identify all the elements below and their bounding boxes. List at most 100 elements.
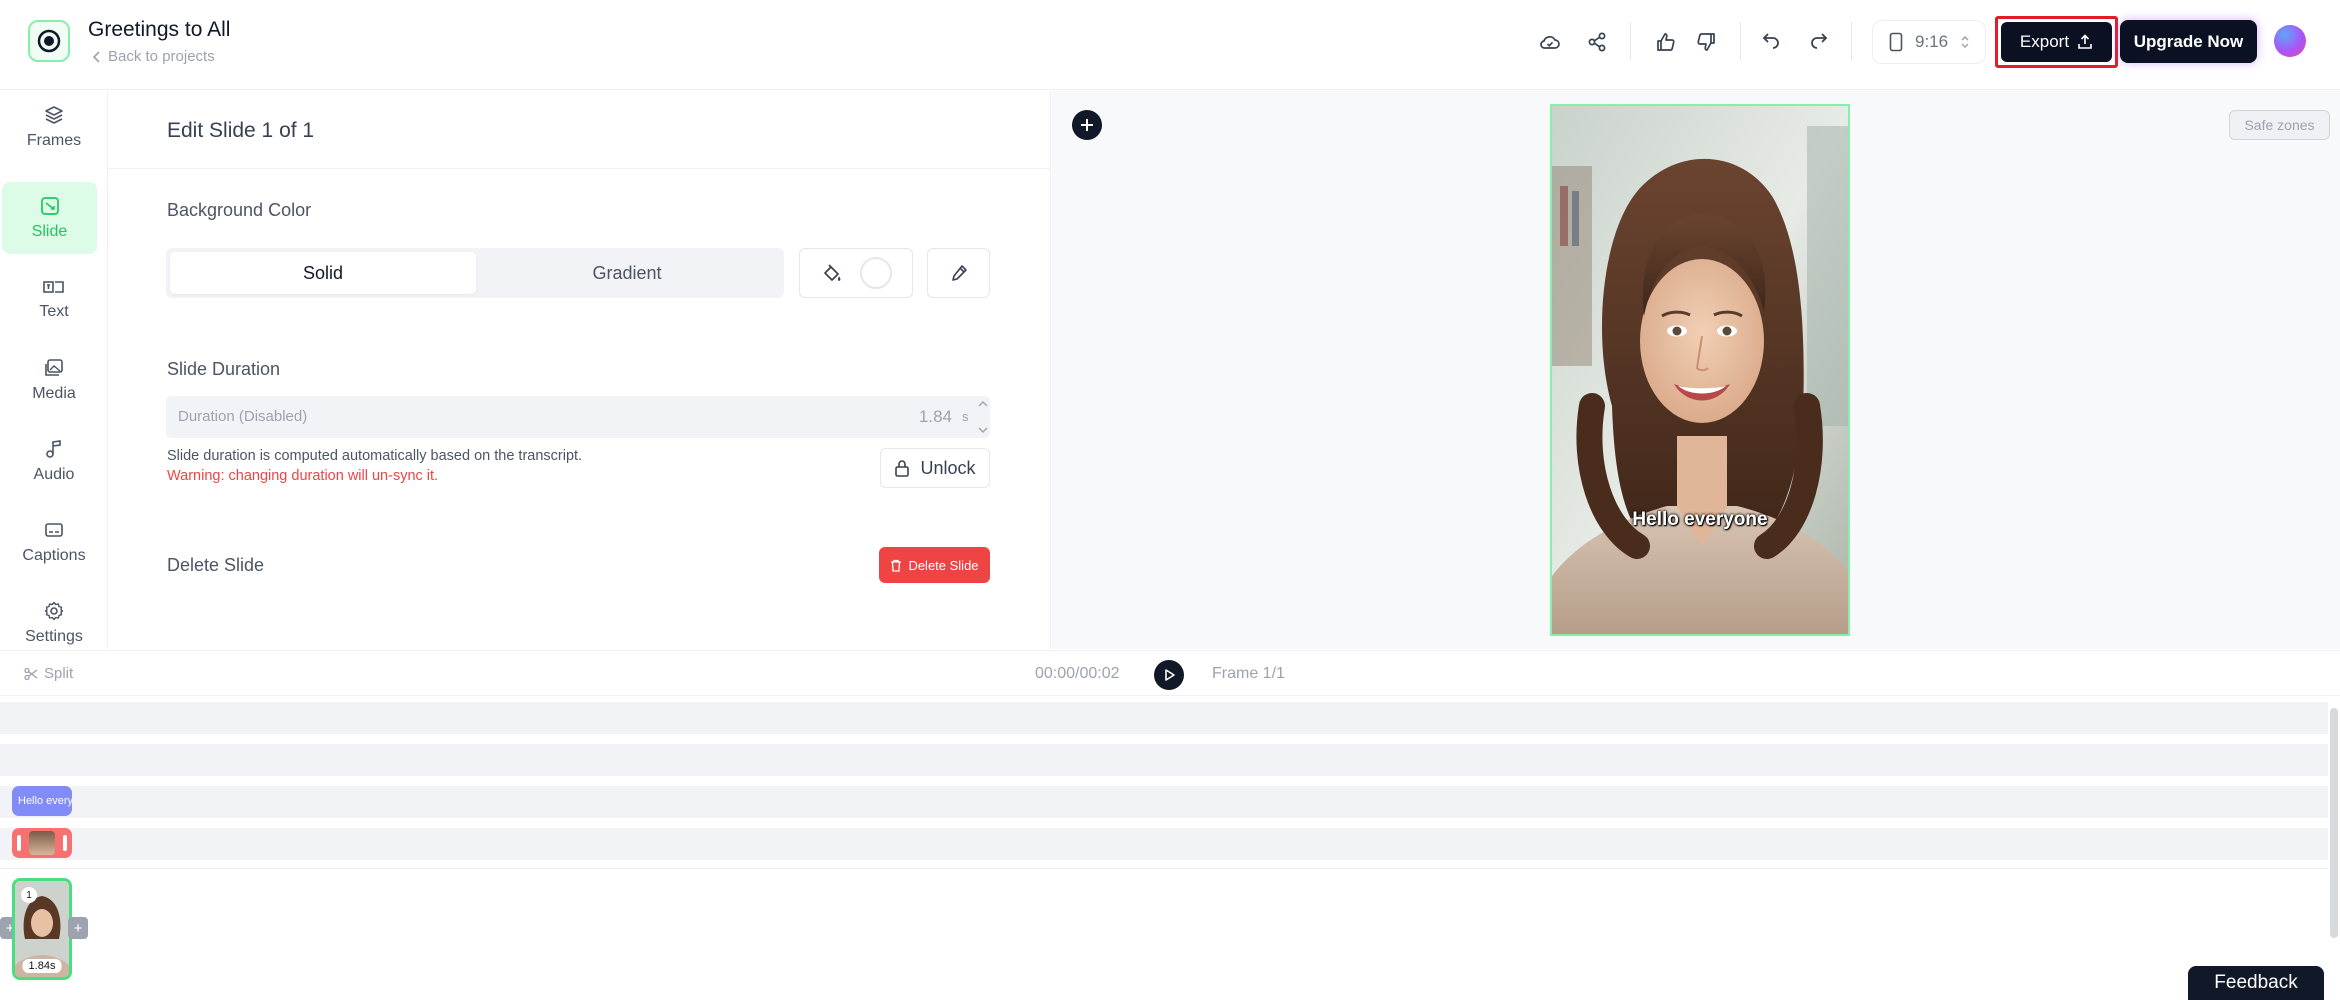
feedback-button[interactable]: Feedback: [2188, 966, 2324, 1000]
back-link-label: Back to projects: [108, 48, 215, 65]
plus-icon: [1081, 119, 1093, 131]
share-button[interactable]: [1582, 27, 1612, 57]
add-slide-after-button[interactable]: +: [68, 917, 88, 939]
duration-stepper[interactable]: [978, 400, 990, 434]
export-label: Export: [2019, 32, 2070, 51]
sidebar-item-audio[interactable]: Audio: [0, 425, 108, 497]
play-button[interactable]: [1154, 660, 1184, 690]
sidebar-item-label: Settings: [25, 628, 83, 645]
export-highlight: Export: [1995, 16, 2118, 68]
scissors-icon: [24, 667, 38, 680]
split-label: Split: [44, 665, 74, 682]
aspect-ratio-value: 9:16: [1915, 32, 1949, 51]
timeline-track[interactable]: [0, 786, 2328, 818]
eyedropper-icon: [951, 265, 967, 281]
clip-handle-left[interactable]: [17, 835, 21, 851]
sidebar-item-frames[interactable]: Frames: [0, 91, 108, 163]
chevron-updown-icon: [1961, 35, 1969, 49]
slide-duration-label: Slide Duration: [167, 359, 281, 379]
delete-slide-button[interactable]: Delete Slide: [879, 547, 990, 583]
thumbs-up-icon: [1657, 33, 1675, 51]
duration-value: 1.84: [918, 407, 952, 426]
thumbs-up-button[interactable]: [1651, 27, 1681, 57]
user-avatar[interactable]: [2274, 25, 2306, 57]
phone-icon: [1889, 32, 1903, 52]
portrait-photo: [1552, 106, 1848, 634]
music-icon: [46, 440, 61, 458]
media-icon: [45, 359, 63, 376]
sidebar-item-captions[interactable]: Captions: [0, 506, 108, 578]
duration-placeholder: Duration (Disabled): [178, 408, 308, 425]
header-divider: [1630, 22, 1631, 60]
sidebar-item-label: Captions: [22, 547, 86, 564]
slide-duration-badge: 1.84s: [22, 959, 62, 973]
timecode: 00:00/00:02: [1035, 665, 1120, 682]
back-to-projects-link[interactable]: Back to projects: [92, 48, 215, 65]
upgrade-now-button[interactable]: Upgrade Now: [2120, 20, 2257, 63]
edit-panel-header: Edit Slide 1 of 1: [109, 91, 1050, 169]
chevron-up-icon: [978, 401, 988, 407]
timeline-track[interactable]: [0, 744, 2328, 776]
solid-option[interactable]: Solid: [170, 252, 476, 294]
logo-icon: [37, 29, 61, 53]
chevron-down-icon: [978, 427, 988, 433]
add-element-button[interactable]: [1072, 110, 1102, 140]
preview-area: Safe zones Hello everyone: [1052, 91, 2340, 649]
header-divider: [1740, 22, 1741, 60]
app-logo[interactable]: [28, 20, 70, 62]
sidebar-item-slide[interactable]: Slide: [2, 182, 97, 254]
safe-zones-button[interactable]: Safe zones: [2229, 110, 2330, 140]
sidebar-item-label: Frames: [26, 132, 82, 149]
sidebar-item-media[interactable]: Media: [0, 344, 108, 416]
slide-canvas[interactable]: Hello everyone: [1550, 104, 1850, 636]
timeline-toolbar: Split 00:00/00:02 Frame 1/1: [0, 650, 2340, 696]
export-button[interactable]: Export: [2001, 22, 2112, 62]
sidebar-item-label: Slide: [31, 223, 68, 240]
sidebar-item-settings[interactable]: Settings: [0, 587, 108, 659]
background-color-picker[interactable]: [799, 248, 913, 298]
eyedropper-button[interactable]: [927, 248, 990, 298]
cloud-sync-button[interactable]: [1535, 27, 1565, 57]
clip-handle-right[interactable]: [63, 835, 67, 851]
frame-indicator: Frame 1/1: [1212, 665, 1285, 682]
color-swatch: [860, 257, 892, 289]
redo-button[interactable]: [1804, 27, 1834, 57]
top-header: Greetings to All Back to projects 9:16 E…: [0, 0, 2340, 90]
duration-warning: Warning: changing duration will un-sync …: [167, 468, 439, 484]
slide-icon: [40, 197, 59, 215]
duration-input[interactable]: Duration (Disabled) 1.84 s: [166, 396, 990, 438]
thumbs-down-icon: [1697, 33, 1715, 51]
play-icon: [1165, 669, 1175, 681]
edit-slide-panel: Edit Slide 1 of 1 Background Color Solid…: [109, 91, 1051, 649]
project-title[interactable]: Greetings to All: [88, 18, 230, 42]
undo-icon: [1762, 33, 1779, 49]
aspect-ratio-select[interactable]: 9:16: [1872, 20, 1986, 64]
unlock-label: Unlock: [920, 457, 976, 478]
video-clip[interactable]: [12, 828, 72, 858]
paint-bucket-icon: [824, 264, 841, 281]
gradient-option[interactable]: Gradient: [474, 252, 780, 294]
unlock-button[interactable]: Unlock: [880, 448, 990, 488]
timeline-track[interactable]: [0, 702, 2328, 734]
background-color-label: Background Color: [167, 200, 312, 220]
text-icon: [43, 281, 64, 293]
edit-slide-title: Edit Slide 1 of 1: [167, 119, 315, 142]
undo-button[interactable]: [1756, 27, 1786, 57]
slide-thumbnail[interactable]: 1 1.84s: [12, 878, 72, 980]
split-button[interactable]: Split: [24, 665, 73, 682]
caption-overlay[interactable]: Hello everyone: [1552, 509, 1848, 531]
timeline-scrollbar[interactable]: [2330, 708, 2338, 938]
timeline-divider: [0, 868, 2328, 869]
delete-slide-button-label: Delete Slide: [908, 557, 979, 573]
sidebar-item-label: Text: [39, 303, 69, 320]
timeline-track[interactable]: [0, 828, 2328, 860]
duration-unit: s: [962, 409, 969, 424]
layers-icon: [45, 106, 63, 124]
gear-icon: [44, 601, 64, 621]
cloud-sync-icon: [1540, 36, 1560, 49]
thumbs-down-button[interactable]: [1691, 27, 1721, 57]
caption-clip[interactable]: Hello everyone: [12, 786, 72, 816]
sidebar-item-text[interactable]: Text: [0, 263, 108, 335]
left-sidebar: Frames Slide Text Media Audio Captions S…: [0, 91, 108, 649]
lock-icon: [895, 460, 910, 477]
